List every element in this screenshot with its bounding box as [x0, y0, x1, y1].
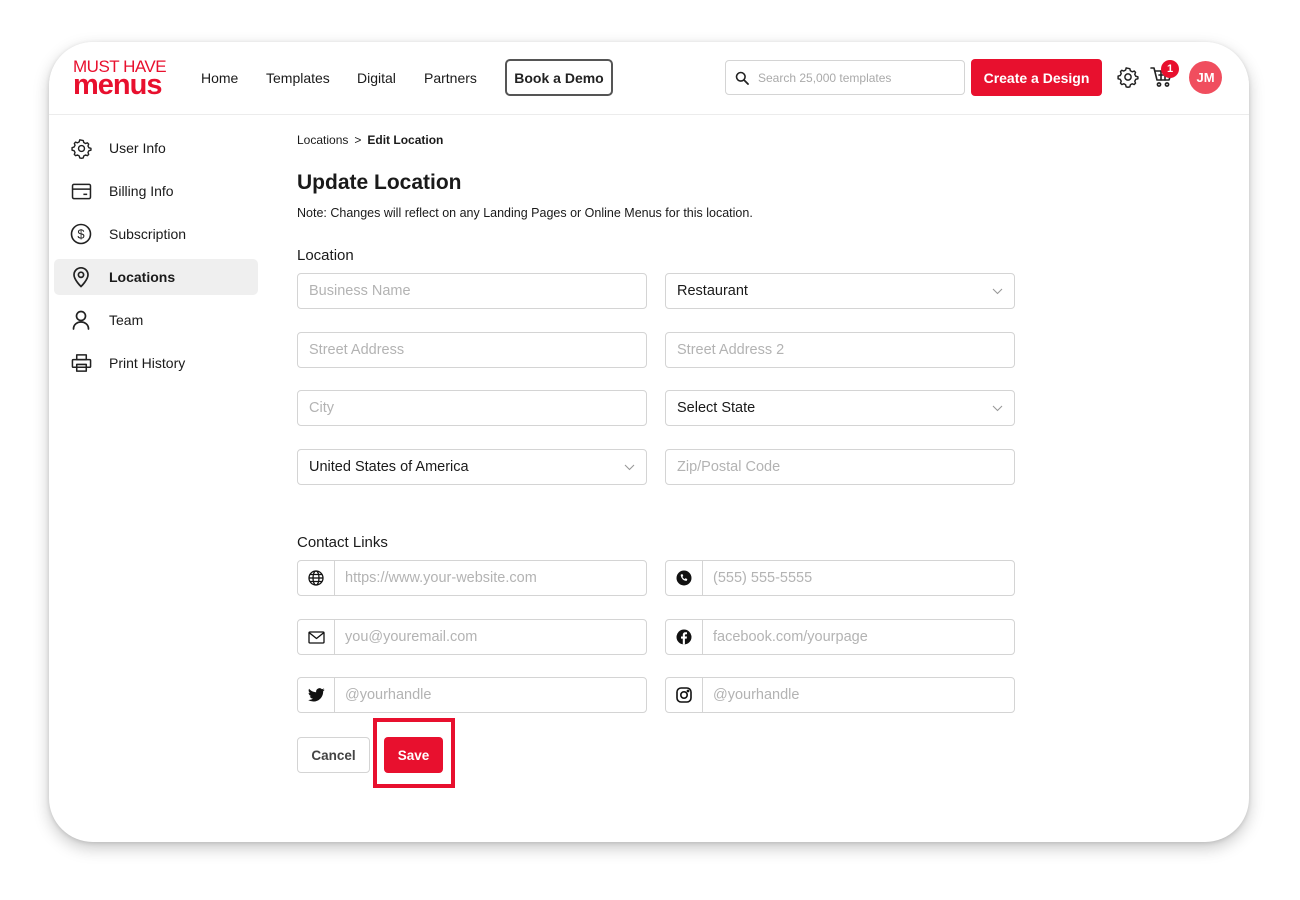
- business-name-field[interactable]: [298, 274, 646, 308]
- page-title: Update Location: [297, 171, 462, 194]
- app-window: MUST HAVE menus Home Templates Digital P…: [49, 42, 1249, 842]
- user-avatar[interactable]: JM: [1189, 61, 1222, 94]
- contact-links-heading: Contact Links: [297, 534, 388, 551]
- instagram-handle-field[interactable]: [703, 678, 1014, 712]
- email-field[interactable]: [335, 620, 646, 654]
- facebook-field[interactable]: [703, 620, 1014, 654]
- state-select[interactable]: Select State: [665, 390, 1015, 426]
- city-field-wrapper: [297, 390, 647, 426]
- gear-icon[interactable]: [1117, 66, 1139, 88]
- location-section-heading: Location: [297, 247, 354, 264]
- credit-card-icon: [70, 180, 92, 202]
- sidebar-item-print-history[interactable]: Print History: [54, 345, 258, 381]
- sidebar-item-label: Billing Info: [109, 183, 174, 199]
- cancel-button[interactable]: Cancel: [297, 737, 370, 773]
- instagram-field-wrapper: [665, 677, 1015, 713]
- nav-home-link[interactable]: Home: [201, 70, 238, 86]
- create-a-design-button[interactable]: Create a Design: [971, 59, 1102, 96]
- website-field-wrapper: [297, 560, 647, 596]
- street-address-2-field[interactable]: [666, 333, 1014, 367]
- dollar-icon: $: [70, 223, 92, 245]
- map-pin-icon: [70, 266, 92, 288]
- sidebar-item-subscription[interactable]: $ Subscription: [54, 216, 258, 252]
- country-value: United States of America: [309, 459, 469, 475]
- must-have-menus-logo[interactable]: MUST HAVE menus: [73, 58, 169, 101]
- phone-field-wrapper: [665, 560, 1015, 596]
- logo-bottom-text: menus: [73, 69, 162, 101]
- globe-icon: [298, 561, 335, 595]
- sidebar-item-label: Locations: [109, 269, 176, 285]
- breadcrumb: Locations > Edit Location: [297, 133, 443, 147]
- top-navigation-bar: MUST HAVE menus Home Templates Digital P…: [49, 42, 1249, 115]
- chevron-down-icon: [992, 288, 1003, 294]
- website-field[interactable]: [335, 561, 646, 595]
- sidebar-item-user-info[interactable]: User Info: [54, 130, 258, 166]
- sidebar-item-billing-info[interactable]: Billing Info: [54, 173, 258, 209]
- state-value: Select State: [677, 400, 756, 416]
- breadcrumb-locations-link[interactable]: Locations: [297, 133, 348, 147]
- twitter-handle-field[interactable]: [335, 678, 646, 712]
- sidebar-item-label: Subscription: [109, 226, 187, 242]
- nav-partners-link[interactable]: Partners: [424, 70, 477, 86]
- twitter-icon: [298, 678, 335, 712]
- facebook-field-wrapper: [665, 619, 1015, 655]
- instagram-icon: [666, 678, 703, 712]
- sidebar-item-label: Team: [109, 312, 144, 328]
- phone-icon: [666, 561, 703, 595]
- template-search-input[interactable]: [758, 70, 948, 85]
- nav-digital-link[interactable]: Digital: [357, 70, 396, 86]
- book-a-demo-button[interactable]: Book a Demo: [505, 59, 613, 96]
- zip-code-field[interactable]: [666, 450, 1014, 484]
- breadcrumb-separator: >: [354, 133, 362, 147]
- street-address-2-field-wrapper: [665, 332, 1015, 368]
- page-note: Note: Changes will reflect on any Landin…: [297, 206, 753, 220]
- zip-code-field-wrapper: [665, 449, 1015, 485]
- user-icon: [70, 309, 92, 331]
- business-type-select[interactable]: Restaurant: [665, 273, 1015, 309]
- nav-templates-link[interactable]: Templates: [266, 70, 330, 86]
- country-select[interactable]: United States of America: [297, 449, 647, 485]
- twitter-field-wrapper: [297, 677, 647, 713]
- email-field-wrapper: [297, 619, 647, 655]
- sidebar-item-label: User Info: [109, 140, 166, 156]
- printer-icon: [70, 352, 92, 374]
- facebook-icon: [666, 620, 703, 654]
- sidebar-item-team[interactable]: Team: [54, 302, 258, 338]
- sidebar-item-label: Print History: [109, 355, 186, 371]
- account-sidebar: User Info Billing Info $ Subscription Lo…: [54, 130, 258, 388]
- chevron-down-icon: [624, 464, 635, 470]
- template-search-box: [725, 60, 965, 95]
- cart-count-badge: 1: [1161, 60, 1179, 78]
- envelope-icon: [298, 620, 335, 654]
- gear-icon: [70, 137, 92, 159]
- street-address-field-wrapper: [297, 332, 647, 368]
- search-icon: [735, 71, 749, 85]
- chevron-down-icon: [992, 405, 1003, 411]
- save-button[interactable]: Save: [384, 737, 443, 773]
- phone-field[interactable]: [703, 561, 1014, 595]
- business-type-value: Restaurant: [677, 283, 748, 299]
- street-address-field[interactable]: [298, 333, 646, 367]
- business-name-field-wrapper: [297, 273, 647, 309]
- city-field[interactable]: [298, 391, 646, 425]
- svg-text:$: $: [77, 227, 85, 242]
- breadcrumb-current: Edit Location: [367, 133, 444, 147]
- sidebar-item-locations[interactable]: Locations: [54, 259, 258, 295]
